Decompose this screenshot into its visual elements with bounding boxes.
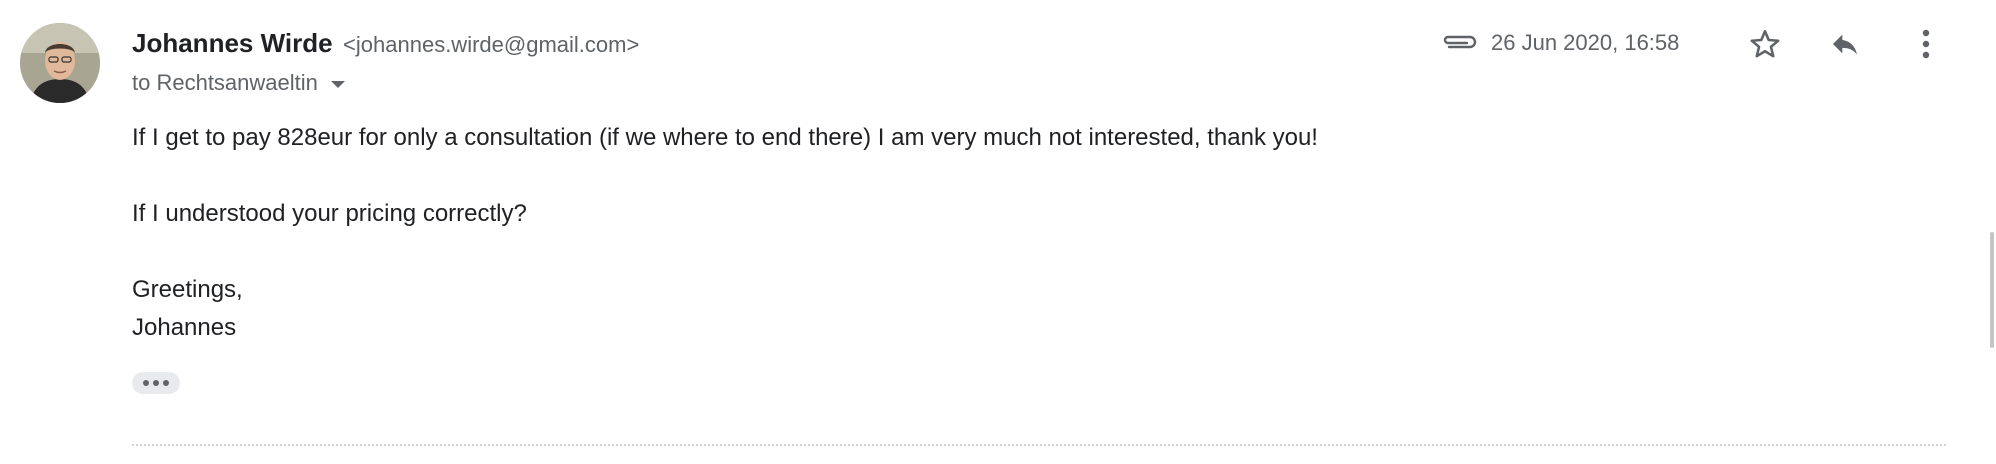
recipient-line: to Rechtsanwaeltin: [132, 70, 346, 96]
body-line-3: Greetings,: [132, 276, 243, 303]
message-timestamp: 26 Jun 2020, 16:58: [1491, 30, 1680, 55]
attachment-icon: [1443, 35, 1477, 49]
body-line-4: Johannes: [132, 314, 237, 341]
body-line-1: If I get to pay 828eur for only a consul…: [132, 124, 1318, 151]
scrollbar-thumb[interactable]: [1990, 232, 1994, 348]
body-line-2: If I understood your pricing correctly?: [132, 200, 527, 227]
reply-button[interactable]: [1823, 22, 1867, 66]
chevron-down-icon: [330, 81, 345, 88]
sender-email[interactable]: <johannes.wirde@gmail.com>: [343, 32, 639, 57]
more-options-button[interactable]: [1904, 22, 1948, 66]
message-divider: [132, 444, 1946, 446]
show-trimmed-content-button[interactable]: [132, 372, 180, 394]
avatar[interactable]: [20, 23, 100, 103]
ellipsis-icon: [153, 380, 159, 386]
more-vert-icon: [1922, 29, 1930, 59]
star-button[interactable]: [1743, 22, 1787, 66]
recipient-label: to Rechtsanwaeltin: [132, 70, 318, 95]
star-outline-icon: [1750, 29, 1780, 58]
reply-icon: [1833, 34, 1857, 55]
recipient-details-dropdown[interactable]: [330, 70, 346, 96]
sender-name[interactable]: Johannes Wirde: [132, 28, 333, 58]
sender-line: Johannes Wirde <johannes.wirde@gmail.com…: [132, 28, 639, 59]
ellipsis-icon: [143, 380, 149, 386]
ellipsis-icon: [163, 380, 169, 386]
